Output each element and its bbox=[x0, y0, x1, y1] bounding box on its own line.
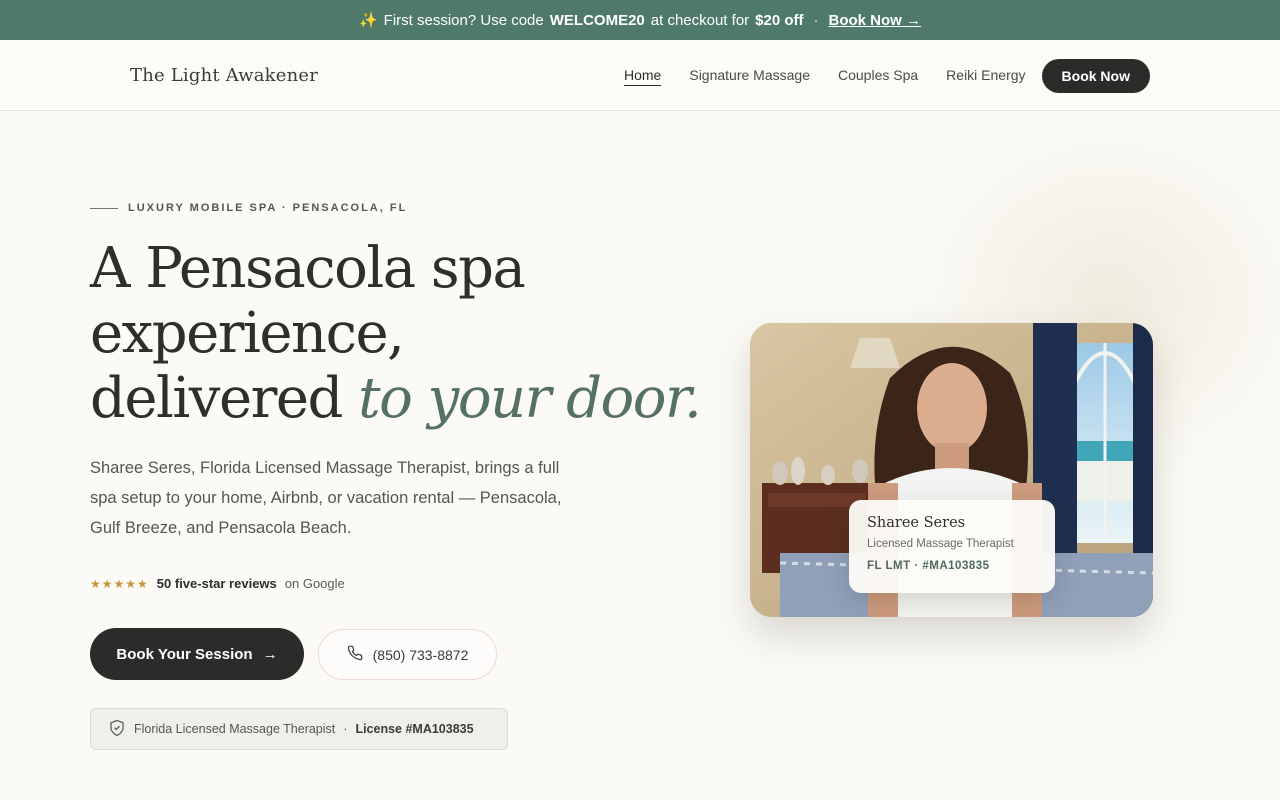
nav-reiki-energy[interactable]: Reiki Energy bbox=[946, 67, 1025, 85]
shield-check-icon bbox=[108, 719, 126, 740]
brand-logo[interactable]: The Light Awakener bbox=[130, 65, 318, 86]
nav-signature-massage[interactable]: Signature Massage bbox=[689, 67, 810, 85]
header-book-now-button[interactable]: Book Now bbox=[1041, 59, 1150, 93]
license-badge-text: Florida Licensed Massage Therapist bbox=[134, 722, 336, 736]
promo-separator: · bbox=[813, 11, 819, 29]
promo-amount: $20 off bbox=[755, 11, 804, 29]
headline-line-1: A Pensacola spa bbox=[90, 236, 526, 301]
therapist-name: Sharee Seres bbox=[867, 515, 966, 531]
arrow-right-icon: → bbox=[262, 645, 278, 663]
therapist-role: Licensed Massage Therapist bbox=[867, 538, 1014, 550]
license-badge-separator: · bbox=[343, 722, 348, 736]
promo-text-prefix: First session? Use code bbox=[383, 11, 544, 29]
phone-icon bbox=[347, 645, 363, 664]
headline-accent: to your door. bbox=[358, 366, 702, 431]
therapist-name-card: Sharee Seres Licensed Massage Therapist … bbox=[849, 500, 1055, 593]
book-session-label: Book Your Session bbox=[116, 645, 253, 663]
reviews-count: 50 five-star reviews bbox=[156, 576, 277, 591]
book-session-button[interactable]: Book Your Session → bbox=[90, 628, 304, 680]
license-badge: Florida Licensed Massage Therapist · Lic… bbox=[90, 708, 508, 750]
promo-text-mid: at checkout for bbox=[650, 11, 750, 29]
promo-book-now-link[interactable]: Book Now → bbox=[829, 12, 922, 29]
hero-eyebrow: LUXURY MOBILE SPA · PENSACOLA, FL bbox=[90, 202, 407, 214]
phone-button[interactable]: (850) 733-8872 bbox=[318, 629, 497, 680]
reviews-source: on Google bbox=[284, 576, 345, 591]
hero-description: Sharee Seres, Florida Licensed Massage T… bbox=[90, 459, 562, 537]
license-badge-number: License #MA103835 bbox=[355, 722, 474, 736]
main-nav: Home Signature Massage Couples Spa Reiki… bbox=[596, 59, 1150, 93]
headline-line-2: experience, bbox=[90, 301, 405, 366]
headline-line-3: delivered bbox=[90, 366, 343, 431]
hero-headline: A Pensacola spa experience, delivered to… bbox=[90, 236, 710, 431]
promo-banner: ✨ First session? Use code WELCOME20 at c… bbox=[0, 0, 1280, 40]
sparkle-icon: ✨ bbox=[358, 12, 378, 29]
nav-couples-spa[interactable]: Couples Spa bbox=[838, 67, 918, 85]
star-rating-icon: ★★★★★ bbox=[90, 576, 149, 591]
promo-code: WELCOME20 bbox=[549, 11, 645, 29]
site-header: The Light Awakener Home Signature Massag… bbox=[0, 40, 1280, 111]
reviews-summary: ★★★★★ 50 five-star reviews on Google bbox=[90, 576, 345, 591]
phone-number: (850) 733-8872 bbox=[372, 646, 469, 663]
therapist-license: FL LMT · #MA103835 bbox=[867, 560, 990, 572]
eyebrow-text: LUXURY MOBILE SPA · PENSACOLA, FL bbox=[128, 202, 408, 214]
nav-home[interactable]: Home bbox=[624, 67, 662, 86]
eyebrow-rule bbox=[90, 207, 118, 209]
